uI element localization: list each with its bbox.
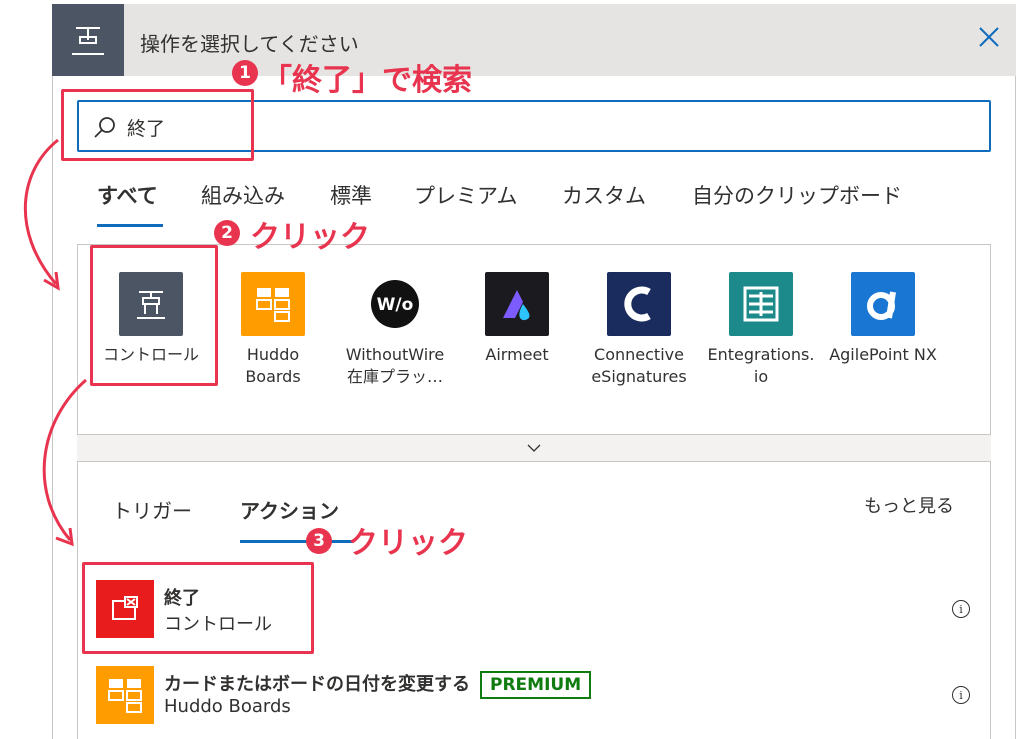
annotation-arrows [24, 138, 87, 547]
